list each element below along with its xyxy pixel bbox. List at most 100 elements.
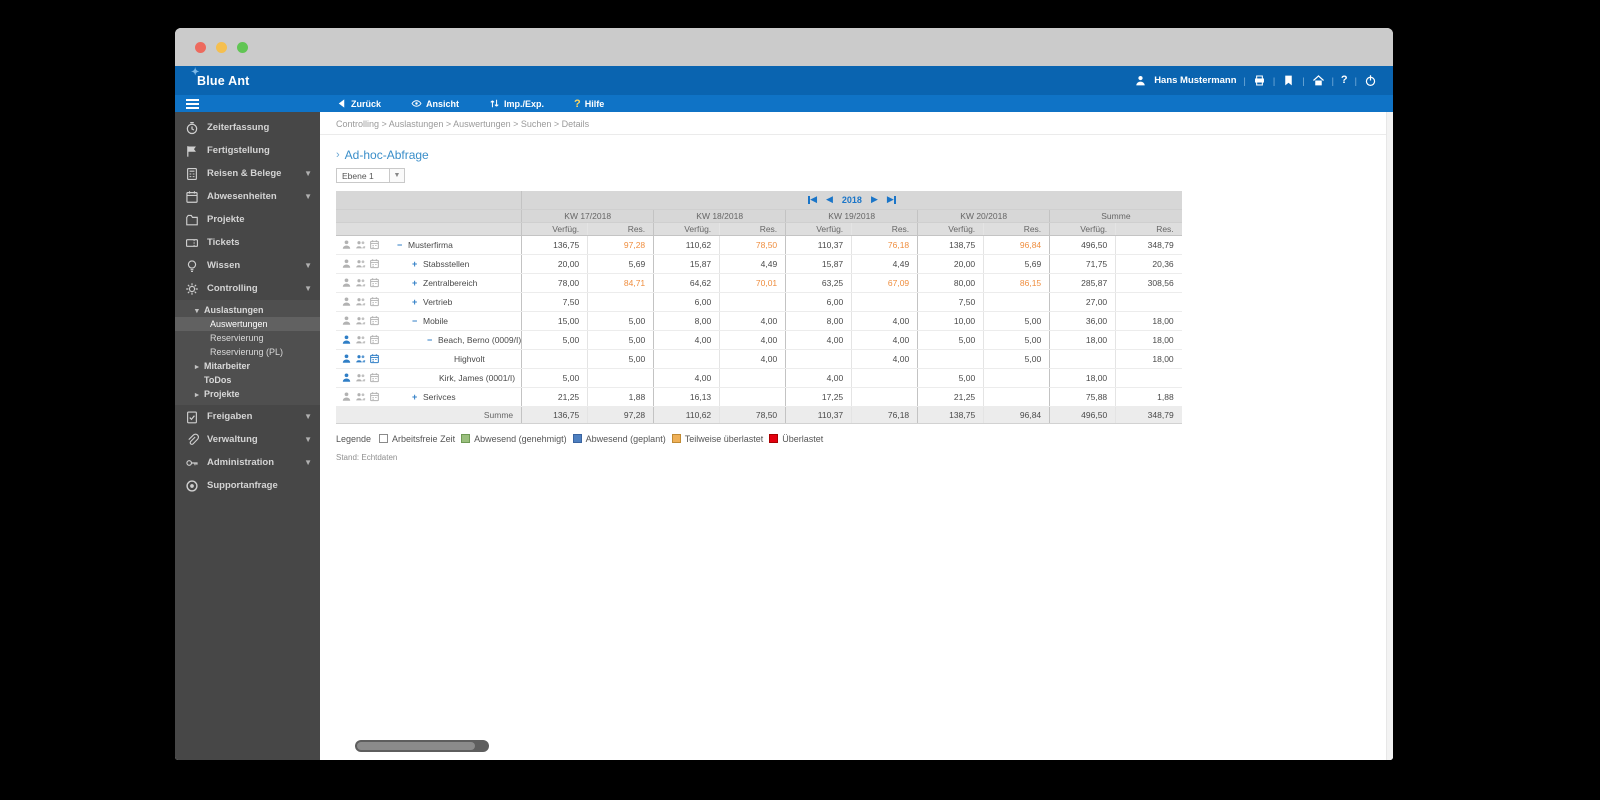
printer-icon[interactable] bbox=[1253, 74, 1266, 87]
toolbar-button-label: Hilfe bbox=[584, 98, 605, 109]
sidebar-subitem-projekte[interactable]: ▸ Projekte bbox=[175, 387, 320, 401]
toolbar-button-hilfe[interactable]: ? Hilfe bbox=[574, 98, 604, 110]
power-icon[interactable] bbox=[1364, 74, 1377, 87]
value-cell bbox=[653, 349, 720, 369]
user-group-icon[interactable] bbox=[355, 296, 366, 307]
value-cell bbox=[851, 387, 918, 407]
collapse-icon[interactable]: − bbox=[397, 240, 408, 250]
value-cell: 20,00 bbox=[521, 254, 588, 274]
user-group-icon[interactable] bbox=[355, 277, 366, 288]
row-label-cell[interactable]: − Mobile bbox=[391, 311, 522, 331]
sidebar-subitem-mitarbeiter[interactable]: ▸ Mitarbeiter bbox=[175, 359, 320, 373]
value-cell: 97,28 bbox=[587, 235, 654, 255]
calendar-icon[interactable] bbox=[369, 239, 380, 250]
row-label-cell[interactable]: + Stabsstellen bbox=[391, 254, 522, 274]
user-group-icon[interactable] bbox=[355, 372, 366, 383]
expand-icon[interactable]: + bbox=[412, 297, 423, 307]
expand-icon[interactable]: + bbox=[412, 259, 423, 269]
toolbar-button-ansicht[interactable]: Ansicht bbox=[411, 98, 459, 109]
level-select[interactable]: Ebene 1 ▼ bbox=[336, 168, 405, 183]
user-icon[interactable] bbox=[341, 353, 352, 364]
first-page-button[interactable]: ◀ bbox=[808, 194, 817, 205]
value-cell: 1,88 bbox=[587, 387, 654, 407]
sidebar-item-projekte[interactable]: Projekte bbox=[175, 208, 320, 231]
bookmark-icon[interactable] bbox=[1282, 74, 1295, 87]
value-cell bbox=[983, 387, 1050, 407]
row-label-cell[interactable]: − Beach, Berno (0009/I) bbox=[391, 330, 522, 350]
sidebar-item-freigaben[interactable]: Freigaben ▼ bbox=[175, 405, 320, 428]
sidebar-item-controlling[interactable]: Controlling ▼ bbox=[175, 277, 320, 300]
home-icon[interactable] bbox=[1312, 74, 1325, 87]
value-cell bbox=[851, 292, 918, 312]
menu-toggle-button[interactable] bbox=[175, 98, 320, 109]
sidebar-subitem-reservierung[interactable]: Reservierung bbox=[175, 331, 320, 345]
sidebar-item-abwesenheiten[interactable]: Abwesenheiten ▼ bbox=[175, 185, 320, 208]
sidebar-item-administration[interactable]: Administration ▼ bbox=[175, 451, 320, 474]
sidebar-item-wissen[interactable]: Wissen ▼ bbox=[175, 254, 320, 277]
sidebar-subitem-auslastungen[interactable]: ▾ Auslastungen bbox=[175, 303, 320, 317]
expand-icon[interactable]: + bbox=[412, 392, 423, 402]
help-icon[interactable]: ? bbox=[1341, 74, 1348, 87]
calendar-icon[interactable] bbox=[369, 353, 380, 364]
vertical-scrollbar[interactable] bbox=[1386, 112, 1393, 760]
user-group-icon[interactable] bbox=[355, 315, 366, 326]
separator: | bbox=[1272, 75, 1276, 86]
user-icon[interactable] bbox=[341, 315, 352, 326]
previous-page-button[interactable]: ◀ bbox=[826, 194, 833, 205]
table-subheader-row: Verfüg. Res. Verfüg. Res. Verfüg. Res. Verfüg.… bbox=[336, 222, 1182, 236]
row-label-cell[interactable]: + Serivces bbox=[391, 387, 522, 407]
expand-icon[interactable]: + bbox=[412, 278, 423, 288]
calendar-icon[interactable] bbox=[369, 315, 380, 326]
user-group-icon[interactable] bbox=[355, 391, 366, 402]
sidebar-subitem-reservierungpl[interactable]: Reservierung (PL) bbox=[175, 345, 320, 359]
sidebar-item-verwaltung[interactable]: Verwaltung ▼ bbox=[175, 428, 320, 451]
calendar-icon[interactable] bbox=[369, 391, 380, 402]
user-group-icon[interactable] bbox=[355, 334, 366, 345]
calendar-icon[interactable] bbox=[369, 334, 380, 345]
toolbar: Zurück Ansicht Imp./Exp. ? Hilfe bbox=[320, 98, 604, 110]
window-minimize-button[interactable] bbox=[216, 41, 227, 53]
user-group-icon[interactable] bbox=[355, 353, 366, 364]
calendar-icon[interactable] bbox=[369, 277, 380, 288]
calendar-icon[interactable] bbox=[369, 296, 380, 307]
subcolumn-header: Res. bbox=[587, 222, 654, 236]
last-page-button[interactable]: ▶ bbox=[887, 194, 896, 205]
user-icon[interactable] bbox=[341, 296, 352, 307]
row-label-cell[interactable]: + Zentralbereich bbox=[391, 273, 522, 293]
user-icon[interactable] bbox=[341, 334, 352, 345]
user-group-icon[interactable] bbox=[355, 239, 366, 250]
window-close-button[interactable] bbox=[195, 41, 206, 53]
sidebar-horizontal-scrollbar[interactable] bbox=[355, 740, 489, 752]
calendar-icon[interactable] bbox=[369, 258, 380, 269]
sidebar-item-zeiterfassung[interactable]: Zeiterfassung bbox=[175, 116, 320, 139]
user-icon[interactable] bbox=[341, 372, 352, 383]
user-group-icon[interactable] bbox=[355, 258, 366, 269]
row-action-icons bbox=[336, 334, 391, 345]
legend-item: Überlastet bbox=[769, 434, 823, 444]
sidebar-item-label: Wissen bbox=[207, 260, 241, 271]
scrollbar-thumb[interactable] bbox=[357, 742, 475, 750]
user-icon[interactable] bbox=[341, 258, 352, 269]
chevron-down-icon[interactable]: ▼ bbox=[389, 169, 404, 182]
toolbar-button-zurck[interactable]: Zurück bbox=[336, 98, 381, 109]
sidebar-item-fertigstellung[interactable]: Fertigstellung bbox=[175, 139, 320, 162]
user-icon[interactable] bbox=[341, 239, 352, 250]
collapse-icon[interactable]: − bbox=[412, 316, 423, 326]
sidebar-item-tickets[interactable]: Tickets bbox=[175, 231, 320, 254]
sidebar-subitem-todos[interactable]: ToDos bbox=[175, 373, 320, 387]
sidebar-subitem-auswertungen[interactable]: Auswertungen bbox=[175, 317, 320, 331]
row-label-cell[interactable]: − Musterfirma bbox=[391, 235, 522, 255]
sidebar-item-supportanfrage[interactable]: Supportanfrage bbox=[175, 474, 320, 497]
calendar-icon[interactable] bbox=[369, 372, 380, 383]
window-zoom-button[interactable] bbox=[237, 41, 248, 53]
user-name[interactable]: Hans Mustermann bbox=[1154, 75, 1236, 86]
sidebar-item-reisenbelege[interactable]: Reisen & Belege ▼ bbox=[175, 162, 320, 185]
row-label-cell[interactable]: + Vertrieb bbox=[391, 292, 522, 312]
user-icon[interactable] bbox=[341, 391, 352, 402]
toolbar-button-impexp[interactable]: Imp./Exp. bbox=[489, 98, 544, 109]
collapse-icon[interactable]: − bbox=[427, 335, 438, 345]
user-icon[interactable] bbox=[341, 277, 352, 288]
next-page-button[interactable]: ▶ bbox=[871, 194, 878, 205]
table-row: + Serivces 21,25 1,88 16,13 17,25 21,25 75,88 1,… bbox=[336, 387, 1182, 407]
table-row: + Vertrieb 7,50 6,00 6,00 7,50 27,00 bbox=[336, 292, 1182, 312]
